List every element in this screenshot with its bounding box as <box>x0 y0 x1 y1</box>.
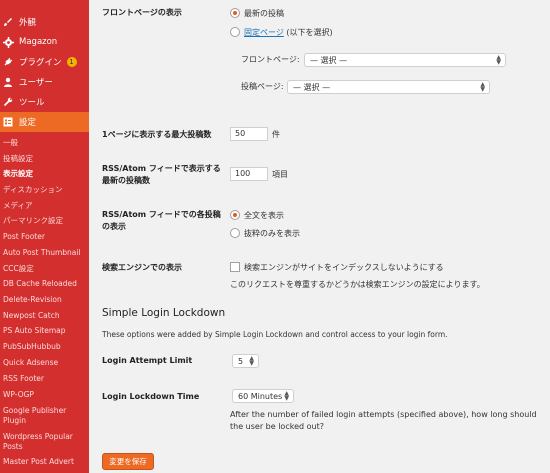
search-engine-label: 検索エンジンでの表示 <box>102 263 182 272</box>
search-engine-note: このリクエストを尊重するかどうかは検索エンジンの設定によります。 <box>230 280 485 289</box>
rss-count-input[interactable]: 100 <box>230 167 268 181</box>
lockdown-time-select[interactable]: 60 Minutes ▲ ▼ <box>232 389 294 403</box>
submenu-delete-revision[interactable]: Delete-Revision <box>3 295 62 305</box>
posts-page-select[interactable]: — 選択 — ▲ ▼ <box>287 80 490 94</box>
discourage-indexing-checkbox[interactable] <box>230 262 240 272</box>
lockdown-time-label: Login Lockdown Time <box>102 392 200 401</box>
submenu-auto-post-thumbnail[interactable]: Auto Post Thumbnail <box>3 248 81 258</box>
submenu-ccc[interactable]: CCC設定 <box>3 264 34 274</box>
submenu-post-footer[interactable]: Post Footer <box>3 232 45 242</box>
submenu-wordpress-popular-line2[interactable]: Posts <box>3 442 23 452</box>
lockdown-time-desc-line1: After the number of failed login attempt… <box>230 410 537 419</box>
lockdown-section-title: Simple Login Lockdown <box>102 307 226 319</box>
front-page-label: フロントページの表示 <box>102 8 182 17</box>
menu-item-settings[interactable]: 設定 <box>0 112 89 132</box>
lockdown-time-value: 60 Minutes <box>238 392 283 401</box>
submenu-media[interactable]: メディア <box>3 201 32 211</box>
submenu-master-post-advert[interactable]: Master Post Advert <box>3 457 74 467</box>
attempt-limit-value: 5 <box>238 357 244 366</box>
static-page-option: 固定ページ (以下を選択) <box>244 27 333 38</box>
posts-page-select-value: — 選択 — <box>293 83 331 92</box>
lockdown-description: These options were added by Simple Login… <box>102 330 448 339</box>
submenu-writing[interactable]: 投稿設定 <box>3 154 33 164</box>
attempt-limit-select[interactable]: 5 ▲ ▼ <box>232 354 259 368</box>
submenu-google-publisher[interactable]: Google Publisher <box>3 406 66 416</box>
menu-label-magazon: Magazon <box>19 37 58 47</box>
rss-count-label-line2: 最新の投稿数 <box>102 176 150 185</box>
paintbrush-icon <box>2 16 14 28</box>
rss-count-unit: 項目 <box>272 170 288 179</box>
submenu-discussion[interactable]: ディスカッション <box>3 185 62 195</box>
radio-latest-posts-label: 最新の投稿 <box>244 9 284 18</box>
submenu-general[interactable]: 一般 <box>3 138 18 148</box>
static-page-suffix: (以下を選択) <box>283 28 333 37</box>
submenu-permalinks[interactable]: パーマリンク設定 <box>3 216 63 226</box>
rss-content-label-line2: の表示 <box>102 222 126 231</box>
posts-page-select-label: 投稿ページ: <box>241 82 284 91</box>
posts-per-page-unit: 件 <box>272 130 280 139</box>
menu-item-appearance[interactable]: 外観 <box>0 12 89 32</box>
plug-icon <box>2 56 14 68</box>
settings-icon <box>2 116 14 128</box>
menu-item-magazon[interactable]: Magazon <box>0 32 89 52</box>
rss-content-label-line1: RSS/Atom フィードでの各投稿 <box>102 210 221 219</box>
menu-label-tools: ツール <box>19 98 45 108</box>
submenu-ps-auto-sitemap[interactable]: PS Auto Sitemap <box>3 326 66 336</box>
submenu-wp-ogp[interactable]: WP-OGP <box>3 390 34 400</box>
radio-excerpt[interactable] <box>230 228 240 238</box>
lockdown-time-desc-line2: the user be locked out? <box>230 422 324 431</box>
submenu-reading[interactable]: 表示設定 <box>3 169 33 179</box>
gear-icon <box>2 36 14 48</box>
submenu-pubsubhubbub[interactable]: PubSubHubbub <box>3 342 61 352</box>
static-page-link[interactable]: 固定ページ <box>244 28 284 37</box>
select-arrows-icon: ▲ ▼ <box>284 390 289 402</box>
select-arrows-icon: ▲ ▼ <box>496 54 501 66</box>
radio-excerpt-label: 抜粋のみを表示 <box>244 229 300 238</box>
admin-sidebar: 外観 Magazon プラグイン 1 ユーザー ツール 設定 一般 投稿設定 表… <box>0 0 89 473</box>
front-page-select-label: フロントページ: <box>241 55 300 64</box>
submenu-rss-footer[interactable]: RSS Footer <box>3 374 44 384</box>
menu-label-appearance: 外観 <box>19 18 37 28</box>
menu-item-plugins[interactable]: プラグイン 1 <box>0 52 89 72</box>
radio-full-text[interactable] <box>230 210 240 220</box>
discourage-indexing-label: 検索エンジンがサイトをインデックスしないようにする <box>244 263 444 272</box>
rss-count-label-line1: RSS/Atom フィードで表示する <box>102 164 221 173</box>
update-count-badge: 1 <box>66 57 77 67</box>
submenu-google-publisher-line2[interactable]: Plugin <box>3 416 26 426</box>
select-arrows-icon: ▲ ▼ <box>480 81 485 93</box>
menu-label-users: ユーザー <box>19 78 53 88</box>
front-page-select-value: — 選択 — <box>310 56 348 65</box>
front-page-select[interactable]: — 選択 — ▲ ▼ <box>304 53 506 67</box>
menu-item-tools[interactable]: ツール <box>0 92 89 112</box>
posts-per-page-label: 1ページに表示する最大投稿数 <box>102 130 212 139</box>
submenu-db-cache[interactable]: DB Cache Reloaded <box>3 279 77 289</box>
save-changes-button[interactable]: 変更を保存 <box>102 453 154 470</box>
submenu-wordpress-popular[interactable]: Wordpress Popular <box>3 432 73 442</box>
menu-label-plugins: プラグイン <box>19 58 62 68</box>
submenu-newpost-catch[interactable]: Newpost Catch <box>3 311 60 321</box>
radio-full-text-label: 全文を表示 <box>244 211 284 220</box>
radio-static-page[interactable] <box>230 27 240 37</box>
radio-latest-posts[interactable] <box>230 8 240 18</box>
settings-main: フロントページの表示 最新の投稿 固定ページ (以下を選択) フロントページ: … <box>89 0 550 473</box>
user-icon <box>2 76 14 88</box>
menu-label-settings: 設定 <box>19 118 37 128</box>
posts-per-page-input[interactable]: 50 <box>230 127 268 141</box>
attempt-limit-label: Login Attempt Limit <box>102 356 193 365</box>
submenu-quick-adsense[interactable]: Quick Adsense <box>3 358 58 368</box>
select-arrows-icon: ▲ ▼ <box>249 355 254 367</box>
wrench-icon <box>2 96 14 108</box>
menu-item-users[interactable]: ユーザー <box>0 72 89 92</box>
